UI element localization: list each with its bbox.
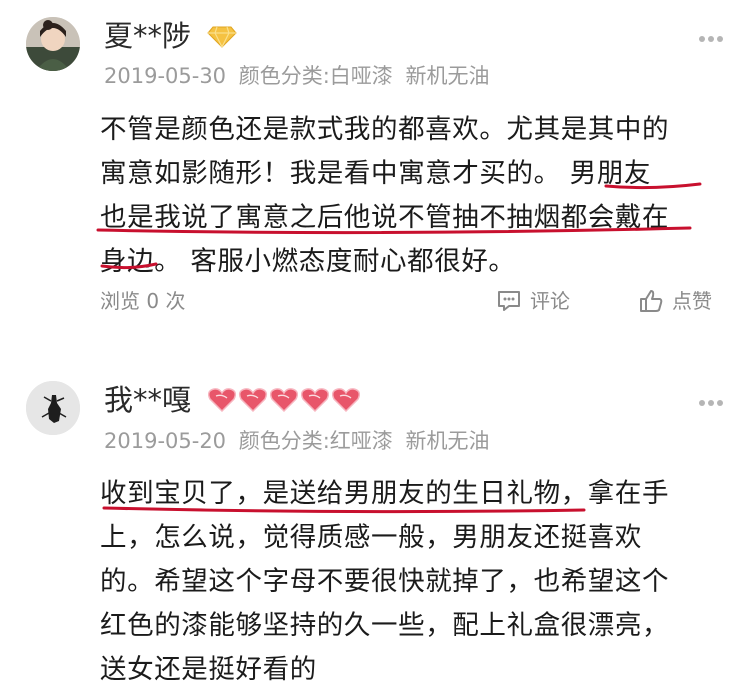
comment-label: 评论 — [530, 289, 570, 313]
username[interactable]: 我**嘎 — [104, 382, 191, 418]
comment-icon — [498, 291, 520, 311]
review-actions: 浏览 0 次 评论 点赞 — [100, 286, 725, 316]
username[interactable]: 夏**陟 — [104, 18, 191, 54]
review-meta: 2019-05-30 颜色分类:白哑漆 新机无油 — [104, 62, 496, 90]
product-condition: 新机无油 — [405, 64, 490, 88]
review-line: 收到宝贝了，是送给男朋友的生日礼物，拿在手 — [100, 478, 670, 509]
like-label: 点赞 — [672, 289, 712, 313]
review-line: 不管是颜色还是款式我的都喜欢。尤其是其中的 — [100, 114, 670, 145]
review-line: 红色的漆能够坚持的久一些，配上礼盒很漂亮， — [100, 610, 670, 641]
review-line: 送女还是挺好看的 — [100, 654, 317, 685]
review-line: 也是我说了寓意之后他说不管抽不抽烟都会戴在 — [100, 202, 670, 233]
more-icon[interactable] — [698, 392, 724, 406]
more-icon[interactable] — [698, 28, 724, 42]
comment-button[interactable]: 评论 — [496, 286, 570, 316]
review-date: 2019-05-30 — [104, 64, 227, 88]
avatar[interactable] — [26, 17, 80, 71]
review-line: 身边。 客服小燃态度耐心都很好。 — [100, 246, 516, 277]
review-line: 寓意如影随形！我是看中寓意才买的。 男朋友 — [100, 158, 652, 189]
color-variant: 颜色分类:白哑漆 — [238, 64, 393, 88]
avatar[interactable] — [26, 381, 80, 435]
review-date: 2019-05-20 — [104, 429, 227, 453]
heart-badge-icon — [207, 386, 363, 418]
review-text: 收到宝贝了，是送给男朋友的生日礼物，拿在手 上，怎么说，觉得质感一般，男朋友还挺… — [100, 472, 720, 692]
product-condition: 新机无油 — [405, 429, 490, 453]
review-meta: 2019-05-20 颜色分类:红哑漆 新机无油 — [104, 427, 496, 455]
thumbs-up-icon — [640, 290, 663, 312]
color-variant: 颜色分类:红哑漆 — [238, 429, 393, 453]
review-line: 上，怎么说，觉得质感一般，男朋友还挺喜欢 — [100, 522, 642, 553]
diamond-icon — [207, 26, 237, 52]
like-button[interactable]: 点赞 — [638, 286, 712, 316]
view-count: 浏览 0 次 — [100, 289, 186, 313]
review-text: 不管是颜色还是款式我的都喜欢。尤其是其中的 寓意如影随形！我是看中寓意才买的。 … — [100, 108, 720, 284]
review-line: 的。希望这个字母不要很快就掉了，也希望这个 — [100, 566, 670, 597]
